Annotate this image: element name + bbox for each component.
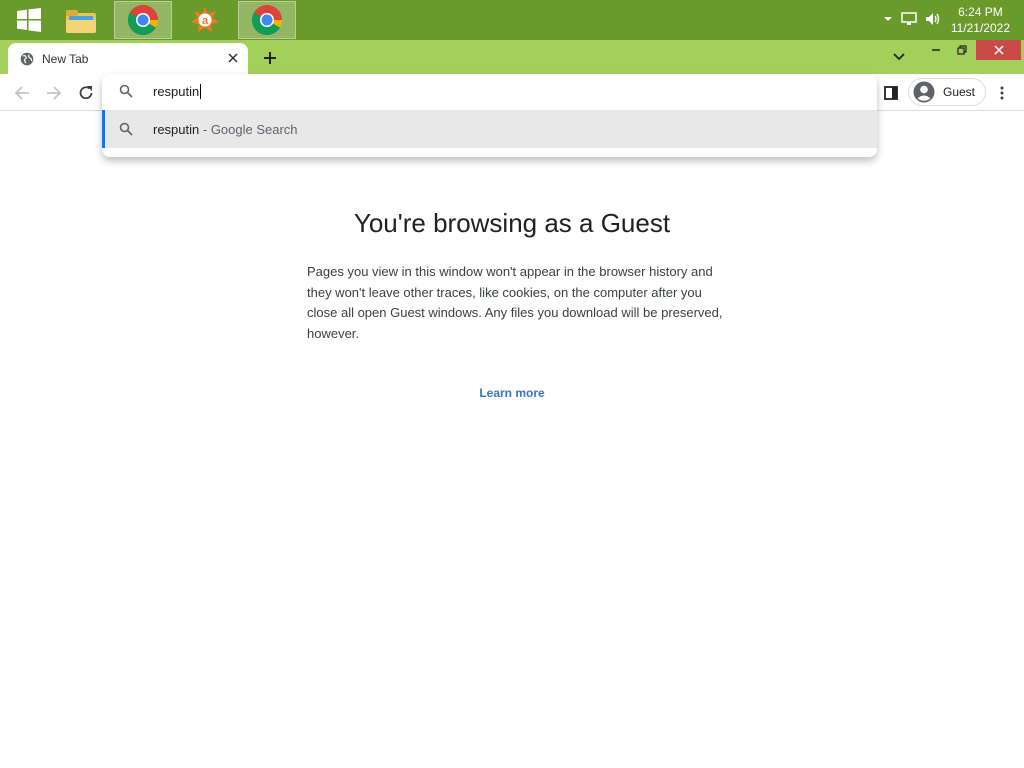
menu-button[interactable] — [991, 82, 1013, 104]
minimize-icon — [932, 49, 940, 51]
avatar-icon — [913, 81, 935, 103]
tab-search-button[interactable] — [890, 48, 908, 66]
page-title: You're browsing as a Guest — [353, 208, 671, 238]
forward-button[interactable] — [43, 82, 65, 104]
omnibox-suggestion[interactable]: resputin - Google Search — [102, 110, 877, 148]
clock-time: 6:24 PM — [958, 5, 1003, 19]
tab-title: New Tab — [42, 51, 89, 66]
chrome-taskbar-button-2[interactable] — [238, 1, 296, 39]
avast-icon: a — [191, 7, 219, 32]
side-panel-icon — [884, 86, 898, 100]
chrome-icon — [127, 4, 159, 36]
clock-date: 11/21/2022 — [950, 21, 1010, 35]
tab-new-tab[interactable]: New Tab — [8, 43, 248, 74]
network-icon[interactable] — [901, 11, 917, 29]
text-cursor — [200, 84, 202, 99]
folder-icon — [66, 10, 96, 33]
restore-icon — [957, 45, 967, 55]
avast-taskbar-button[interactable]: a — [176, 1, 234, 39]
suggestion-engine: - Google Search — [202, 122, 298, 137]
search-icon — [119, 122, 133, 141]
arrow-left-icon — [14, 86, 29, 100]
taskbar: a 6:24 PM 11/21/2022 — [0, 0, 1024, 40]
learn-more-label: Learn more — [479, 386, 545, 400]
reload-button[interactable] — [75, 82, 97, 104]
profile-label: Guest — [943, 85, 976, 99]
volume-icon[interactable] — [925, 12, 941, 29]
back-button[interactable] — [11, 82, 33, 104]
omnibox-input[interactable]: resputin — [102, 74, 877, 109]
restore-button[interactable] — [947, 40, 977, 60]
tab-strip: New Tab — [0, 40, 1024, 74]
chevron-down-icon — [893, 53, 905, 61]
omnibox-popup: resputin resputin - Google Search — [102, 74, 877, 157]
system-tray: 6:24 PM 11/21/2022 — [879, 0, 1024, 40]
start-button[interactable] — [0, 1, 58, 39]
chrome-taskbar-button[interactable] — [114, 1, 172, 39]
show-hidden-icons-icon[interactable] — [883, 13, 893, 27]
learn-more-link[interactable]: Learn more — [0, 386, 1024, 400]
close-window-button[interactable] — [976, 40, 1021, 60]
arrow-right-icon — [47, 86, 62, 100]
close-icon — [993, 45, 1004, 55]
plus-icon — [264, 52, 276, 64]
suggestion-query: resputin — [153, 122, 200, 137]
clock[interactable]: 6:24 PM 11/21/2022 — [951, 4, 1010, 36]
chrome-icon — [251, 5, 282, 36]
guest-description: Pages you view in this window won't appe… — [307, 264, 723, 341]
globe-icon — [20, 52, 34, 65]
reload-icon — [79, 86, 93, 100]
profile-button[interactable]: Guest — [908, 78, 986, 106]
svg-text:a: a — [202, 15, 209, 27]
omnibox-query: resputin — [153, 84, 200, 99]
file-explorer-taskbar-button[interactable] — [52, 1, 110, 39]
windows-logo-icon — [17, 8, 41, 32]
close-tab-icon[interactable] — [228, 52, 238, 66]
new-tab-button[interactable] — [258, 46, 282, 70]
side-panel-button[interactable] — [880, 82, 902, 104]
search-icon — [119, 84, 133, 103]
more-vert-icon — [1000, 86, 1004, 100]
